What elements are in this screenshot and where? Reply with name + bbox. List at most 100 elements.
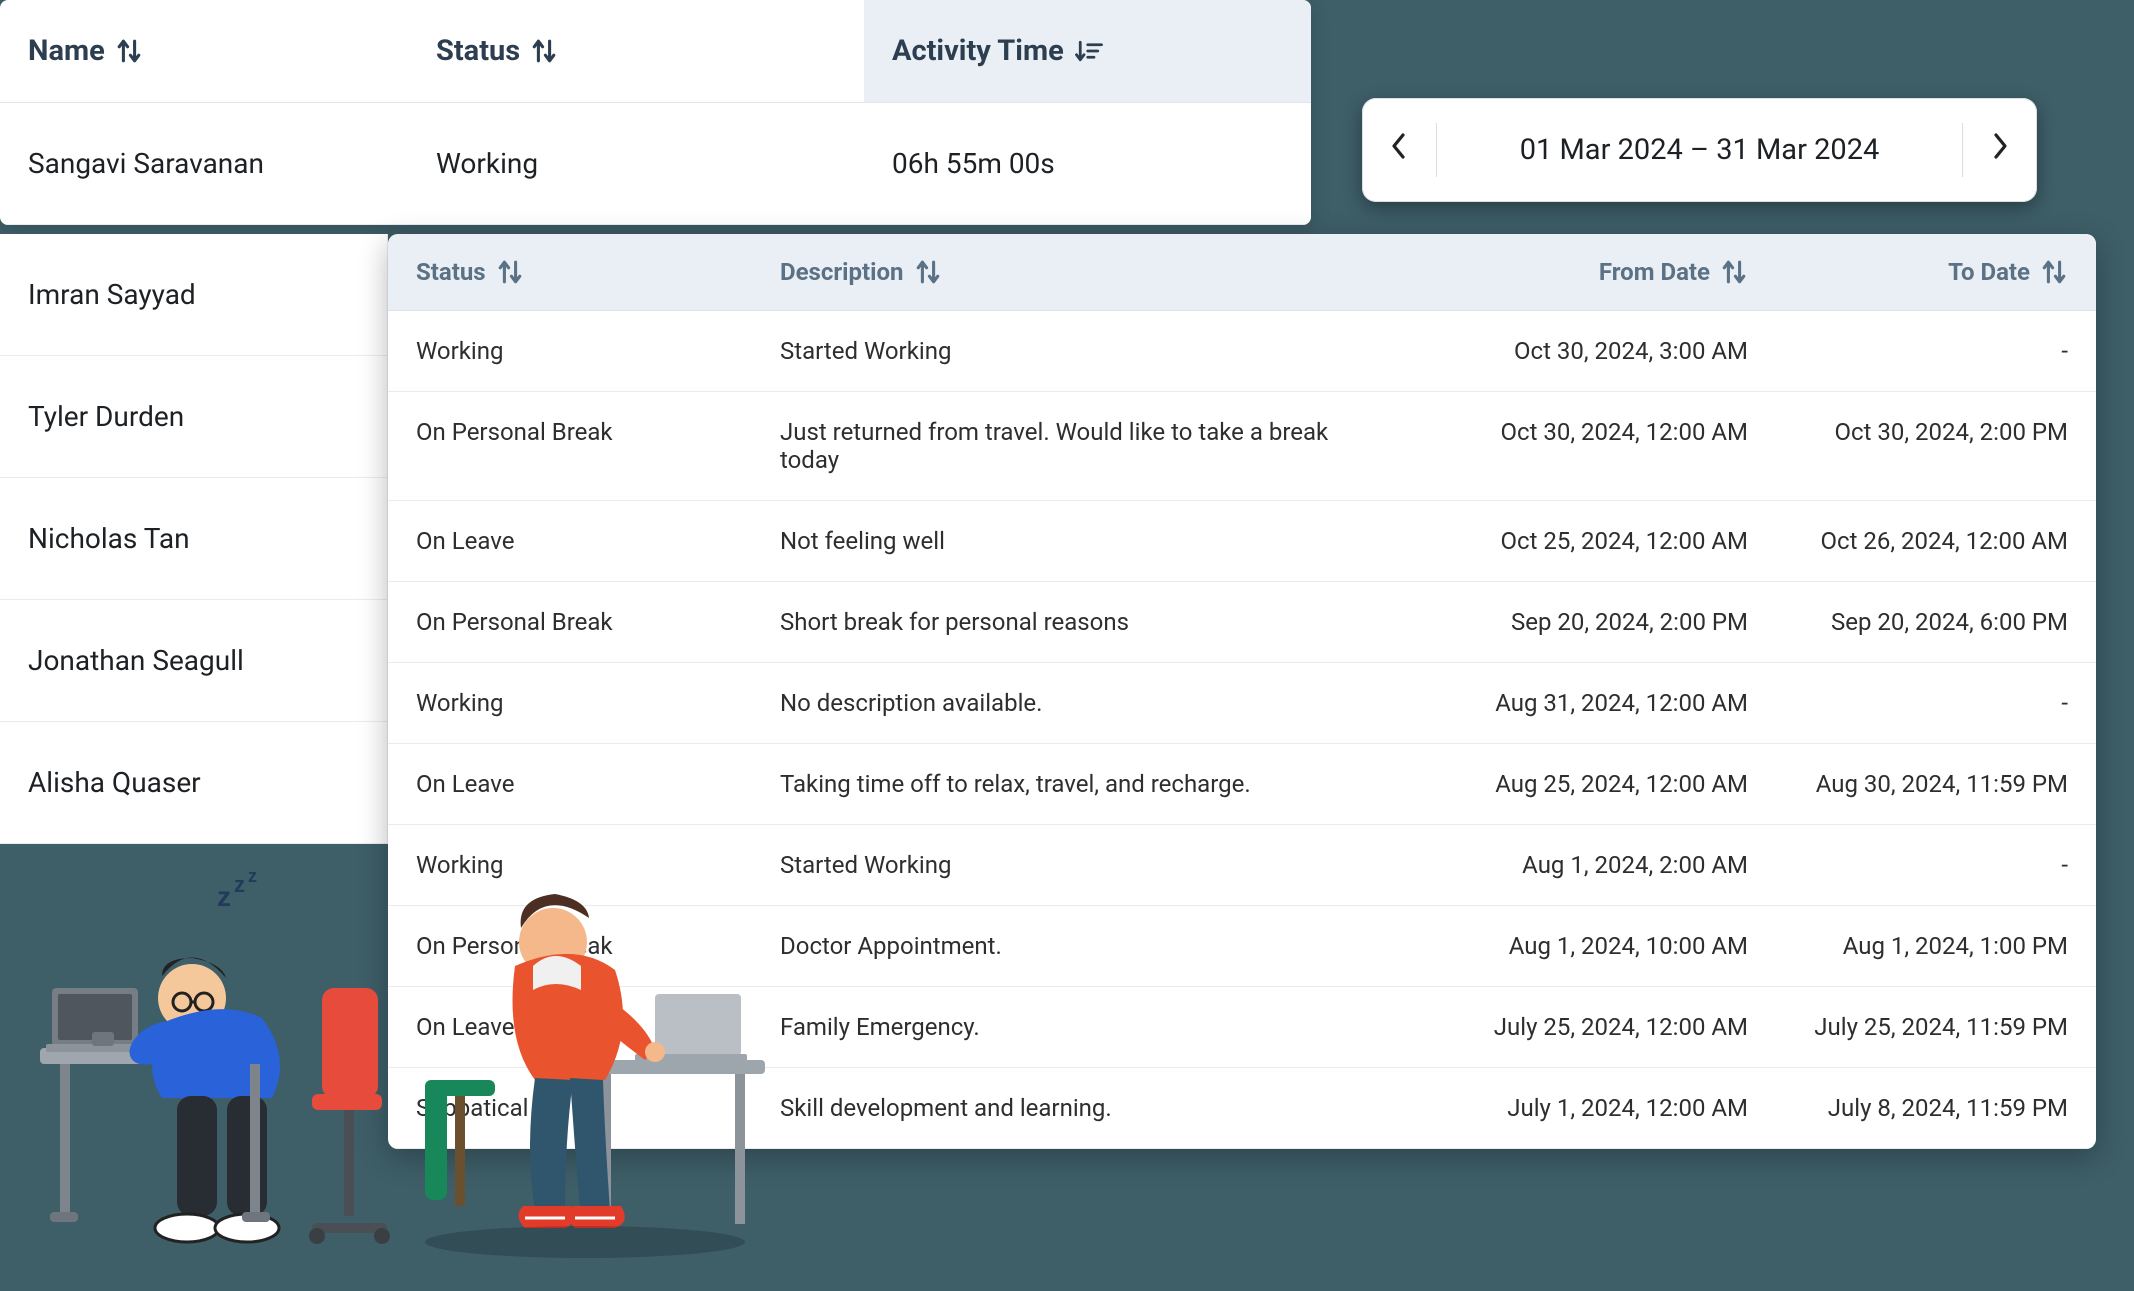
detail-cell-status: On Leave bbox=[388, 501, 752, 581]
detail-cell-to: Oct 26, 2024, 12:00 AM bbox=[1776, 501, 2096, 581]
detail-cell-status: Working bbox=[388, 311, 752, 391]
detail-header-description-label: Description bbox=[780, 258, 904, 286]
detail-cell-description: Family Emergency. bbox=[752, 987, 1362, 1067]
detail-header-to-label: To Date bbox=[1948, 258, 2030, 286]
detail-cell-from: Sep 20, 2024, 2:00 PM bbox=[1362, 582, 1776, 662]
detail-cell-description: Doctor Appointment. bbox=[752, 906, 1362, 986]
overview-header-row: Name Status Activity Time bbox=[0, 0, 1311, 103]
detail-cell-description: Started Working bbox=[752, 311, 1362, 391]
detail-cell-description: Started Working bbox=[752, 825, 1362, 905]
detail-cell-to: - bbox=[1776, 825, 2096, 905]
detail-cell-to: Aug 1, 2024, 1:00 PM bbox=[1776, 906, 2096, 986]
detail-cell-status: On Leave bbox=[388, 987, 752, 1067]
detail-cell-status: On Personal Break bbox=[388, 582, 752, 662]
chevron-left-icon bbox=[1388, 131, 1410, 169]
side-name-row[interactable]: Imran Sayyad bbox=[0, 234, 387, 356]
detail-header-description[interactable]: Description bbox=[752, 234, 1362, 310]
date-next-button[interactable] bbox=[1963, 131, 2037, 169]
side-name-label: Alisha Quaser bbox=[28, 766, 201, 799]
detail-cell-from: Aug 25, 2024, 12:00 AM bbox=[1362, 744, 1776, 824]
detail-row[interactable]: On Leave Family Emergency. July 25, 2024… bbox=[388, 987, 2096, 1068]
svg-text:z: z bbox=[248, 868, 257, 886]
detail-row[interactable]: Working No description available. Aug 31… bbox=[388, 663, 2096, 744]
overview-cell-status: Working bbox=[408, 103, 864, 224]
detail-cell-status: Working bbox=[388, 663, 752, 743]
detail-header-status-label: Status bbox=[416, 258, 486, 286]
overview-header-activity-label: Activity Time bbox=[892, 34, 1064, 68]
detail-cell-to: - bbox=[1776, 311, 2096, 391]
detail-cell-status: On Leave bbox=[388, 744, 752, 824]
detail-cell-description: Short break for personal reasons bbox=[752, 582, 1362, 662]
detail-cell-to: Aug 30, 2024, 11:59 PM bbox=[1776, 744, 2096, 824]
detail-cell-from: July 1, 2024, 12:00 AM bbox=[1362, 1068, 1776, 1148]
activity-detail-table: Status Description From Date To Date Wor… bbox=[388, 234, 2096, 1149]
side-name-row[interactable]: Jonathan Seagull bbox=[0, 600, 387, 722]
detail-cell-status: Sabbatical bbox=[388, 1068, 752, 1148]
detail-cell-from: Aug 1, 2024, 10:00 AM bbox=[1362, 906, 1776, 986]
overview-cell-name: Sangavi Saravanan bbox=[0, 103, 408, 224]
detail-row[interactable]: On Leave Taking time off to relax, trave… bbox=[388, 744, 2096, 825]
side-name-label: Tyler Durden bbox=[28, 400, 184, 433]
detail-header-status[interactable]: Status bbox=[388, 234, 752, 310]
detail-row[interactable]: Working Started Working Oct 30, 2024, 3:… bbox=[388, 311, 2096, 392]
detail-cell-to: July 25, 2024, 11:59 PM bbox=[1776, 987, 2096, 1067]
detail-cell-from: Oct 30, 2024, 12:00 AM bbox=[1362, 392, 1776, 500]
side-name-row[interactable]: Tyler Durden bbox=[0, 356, 387, 478]
overview-header-status-label: Status bbox=[436, 34, 520, 68]
detail-cell-status: On Personal Break bbox=[388, 392, 752, 500]
side-name-label: Nicholas Tan bbox=[28, 522, 190, 555]
detail-row[interactable]: Sabbatical Skill development and learnin… bbox=[388, 1068, 2096, 1149]
overview-header-status[interactable]: Status bbox=[408, 0, 864, 102]
sort-icon bbox=[1720, 258, 1748, 286]
detail-cell-from: July 25, 2024, 12:00 AM bbox=[1362, 987, 1776, 1067]
side-name-row[interactable]: Nicholas Tan bbox=[0, 478, 387, 600]
sort-icon bbox=[530, 37, 558, 65]
sort-icon bbox=[2040, 258, 2068, 286]
overview-row[interactable]: Sangavi Saravanan Working 06h 55m 00s bbox=[0, 103, 1311, 225]
detail-row[interactable]: On Leave Not feeling well Oct 25, 2024, … bbox=[388, 501, 2096, 582]
detail-cell-description: Skill development and learning. bbox=[752, 1068, 1362, 1148]
detail-cell-from: Aug 1, 2024, 2:00 AM bbox=[1362, 825, 1776, 905]
overview-header-activity[interactable]: Activity Time bbox=[864, 0, 1311, 102]
overview-header-name-label: Name bbox=[28, 34, 105, 68]
detail-cell-description: Not feeling well bbox=[752, 501, 1362, 581]
side-name-row[interactable]: Alisha Quaser bbox=[0, 722, 387, 844]
detail-row[interactable]: On Personal Break Doctor Appointment. Au… bbox=[388, 906, 2096, 987]
side-name-label: Jonathan Seagull bbox=[28, 644, 244, 677]
overview-header-name[interactable]: Name bbox=[0, 0, 408, 102]
chevron-right-icon bbox=[1989, 131, 2011, 169]
detail-cell-status: On Personal Break bbox=[388, 906, 752, 986]
detail-cell-from: Oct 25, 2024, 12:00 AM bbox=[1362, 501, 1776, 581]
overview-table: Name Status Activity Time Sangavi Sarava… bbox=[0, 0, 1311, 225]
detail-cell-to: July 8, 2024, 11:59 PM bbox=[1776, 1068, 2096, 1148]
detail-header-from[interactable]: From Date bbox=[1362, 234, 1776, 310]
detail-row[interactable]: On Personal Break Just returned from tra… bbox=[388, 392, 2096, 501]
detail-cell-description: No description available. bbox=[752, 663, 1362, 743]
detail-cell-description: Taking time off to relax, travel, and re… bbox=[752, 744, 1362, 824]
side-names-list: Imran Sayyad Tyler Durden Nicholas Tan J… bbox=[0, 234, 388, 844]
detail-header-from-label: From Date bbox=[1599, 258, 1710, 286]
detail-cell-to: - bbox=[1776, 663, 2096, 743]
detail-header-to[interactable]: To Date bbox=[1776, 234, 2096, 310]
sort-icon bbox=[914, 258, 942, 286]
detail-cell-from: Oct 30, 2024, 3:00 AM bbox=[1362, 311, 1776, 391]
date-prev-button[interactable] bbox=[1362, 131, 1436, 169]
detail-header-row: Status Description From Date To Date bbox=[388, 234, 2096, 311]
detail-cell-to: Oct 30, 2024, 2:00 PM bbox=[1776, 392, 2096, 500]
overview-cell-activity: 06h 55m 00s bbox=[864, 103, 1311, 224]
detail-cell-from: Aug 31, 2024, 12:00 AM bbox=[1362, 663, 1776, 743]
sort-icon bbox=[496, 258, 524, 286]
side-name-label: Imran Sayyad bbox=[28, 278, 196, 311]
detail-cell-description: Just returned from travel. Would like to… bbox=[752, 392, 1362, 500]
svg-text:z: z bbox=[217, 881, 231, 912]
sort-icon bbox=[115, 37, 143, 65]
detail-row[interactable]: On Personal Break Short break for person… bbox=[388, 582, 2096, 663]
detail-cell-status: Working bbox=[388, 825, 752, 905]
sleeping-person-illustration: z z z bbox=[22, 868, 392, 1268]
date-range-picker: 01 Mar 2024 – 31 Mar 2024 bbox=[1362, 98, 2037, 202]
detail-cell-to: Sep 20, 2024, 6:00 PM bbox=[1776, 582, 2096, 662]
sort-desc-icon bbox=[1074, 37, 1104, 65]
date-range-text[interactable]: 01 Mar 2024 – 31 Mar 2024 bbox=[1437, 133, 1962, 167]
svg-text:z: z bbox=[234, 872, 245, 897]
detail-row[interactable]: Working Started Working Aug 1, 2024, 2:0… bbox=[388, 825, 2096, 906]
